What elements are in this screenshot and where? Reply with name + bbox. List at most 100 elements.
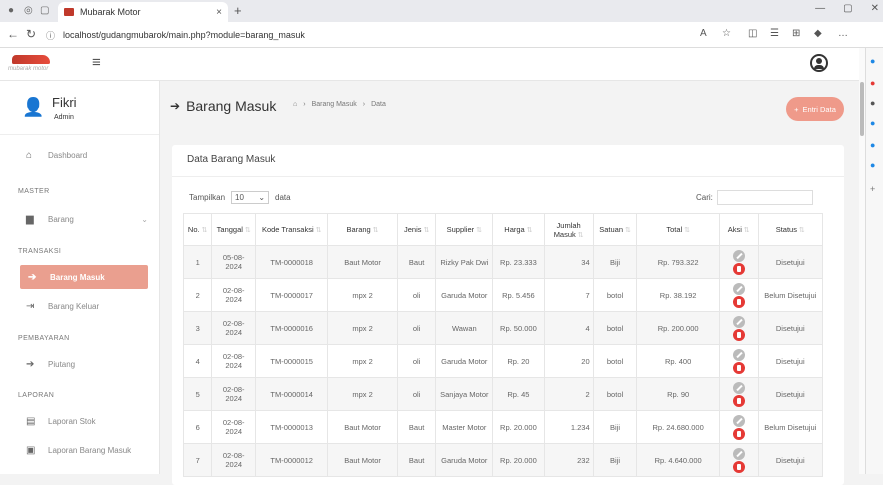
search-input[interactable]	[716, 190, 813, 205]
minimize-icon[interactable]: —	[815, 3, 825, 14]
column-header[interactable]: Jumlah Masuk ⇅	[543, 213, 594, 246]
profile-icon[interactable]: ●	[8, 5, 14, 16]
sort-icon: ⇅	[682, 227, 690, 234]
cell-satuan: botol	[592, 344, 638, 378]
cell-jumlah: 2	[543, 377, 594, 411]
maximize-icon[interactable]: ▢	[843, 3, 852, 14]
column-header[interactable]: Satuan ⇅	[592, 213, 638, 246]
cell-harga: Rp. 23.333	[492, 245, 545, 279]
reload-icon[interactable]: ↻	[26, 27, 36, 41]
cell-barang: mpx 2	[327, 278, 398, 312]
edit-icon[interactable]	[732, 381, 745, 394]
split-screen-icon[interactable]: ◫	[748, 28, 757, 39]
cell-barang: Baut Motor	[327, 245, 398, 279]
workspaces-icon[interactable]: ◎	[24, 5, 33, 16]
data-card: Data Barang Masuk Tampilkan 10 ⌄ data Ca…	[172, 145, 844, 485]
column-header[interactable]: Tanggal ⇅	[211, 213, 257, 246]
cell-jumlah: 4	[543, 311, 594, 345]
column-header-label: Barang	[346, 225, 371, 234]
collections-icon[interactable]: ⊞	[792, 28, 800, 39]
favorites-list-icon[interactable]: ☰	[770, 28, 779, 39]
cell-jumlah: 1.234	[543, 410, 594, 444]
cell-satuan: Biji	[592, 245, 638, 279]
profile-role: Admin	[54, 114, 74, 121]
tools-icon[interactable]: ●	[870, 118, 875, 128]
cell-aksi	[718, 410, 759, 444]
shopping-icon[interactable]: ●	[870, 78, 875, 88]
page-title-text: Barang Masuk	[186, 98, 277, 114]
more-icon[interactable]: …	[838, 28, 848, 39]
sidebar-item-laporan-stok[interactable]: ▤ Laporan Stok	[0, 409, 160, 433]
back-icon[interactable]: ←	[7, 27, 19, 41]
tab-actions-icon[interactable]: ▢	[40, 5, 49, 16]
cell-total: Rp. 90	[636, 377, 720, 411]
edit-icon[interactable]	[732, 348, 745, 361]
delete-icon[interactable]	[732, 361, 745, 374]
favorite-icon[interactable]: ☆	[722, 28, 731, 39]
delete-icon[interactable]	[732, 460, 745, 473]
site-info-icon[interactable]: ⓘ	[46, 29, 55, 42]
games-icon[interactable]: ●	[870, 140, 875, 150]
brand-logo[interactable]: mubarak motor	[8, 55, 54, 74]
column-header[interactable]: Harga ⇅	[492, 213, 545, 246]
scrollbar-thumb[interactable]	[860, 82, 864, 136]
people-icon[interactable]: ●	[870, 98, 875, 108]
file-icon: ▤	[26, 415, 36, 427]
delete-icon[interactable]	[732, 295, 745, 308]
column-header[interactable]: Supplier ⇅	[435, 213, 494, 246]
add-icon[interactable]: +	[870, 184, 875, 194]
delete-icon[interactable]	[732, 394, 745, 407]
cell-tanggal: 02-08-2024	[211, 377, 257, 411]
read-aloud-icon[interactable]: A	[700, 28, 707, 39]
cell-jenis: oli	[396, 278, 437, 312]
entri-data-button[interactable]: + Entri Data	[786, 97, 844, 121]
sidebar-item-laporan-barang-masuk[interactable]: ▣ Laporan Barang Masuk	[0, 438, 160, 462]
edit-icon[interactable]	[732, 447, 745, 460]
sidebar-item-barang-keluar[interactable]: ⇥ Barang Keluar	[0, 294, 160, 318]
copilot-icon[interactable]: ●	[870, 56, 875, 66]
edit-icon[interactable]	[732, 282, 745, 295]
column-header[interactable]: Kode Transaksi ⇅	[255, 213, 329, 246]
close-window-icon[interactable]: ✕	[871, 3, 879, 14]
new-tab-button[interactable]: +	[234, 3, 242, 18]
sort-icon: ⇅	[370, 227, 379, 234]
divider	[172, 176, 844, 177]
column-header[interactable]: Status ⇅	[757, 213, 823, 246]
cell-kode: TM-0000015	[255, 344, 329, 378]
edit-icon[interactable]	[732, 315, 745, 328]
cell-jumlah: 34	[543, 245, 594, 279]
entri-data-label: Entri Data	[802, 104, 836, 114]
sidebar-item-barang[interactable]: ▆ Barang ⌄	[0, 207, 160, 231]
tab-close-icon[interactable]: ×	[216, 7, 222, 18]
sign-in-icon: ➔	[26, 358, 35, 370]
cell-supplier: Wawan	[435, 311, 494, 345]
column-header[interactable]: Aksi ⇅	[718, 213, 759, 246]
delete-icon[interactable]	[732, 328, 745, 341]
url-field[interactable]: ⓘ localhost/gudangmubarok/main.php?modul…	[46, 26, 686, 44]
browser-tab[interactable]: Mubarak Motor ×	[58, 2, 228, 22]
edit-icon[interactable]	[732, 414, 745, 427]
edit-icon[interactable]	[732, 249, 745, 262]
home-icon[interactable]: ⌂	[293, 101, 297, 108]
column-header[interactable]: Total ⇅	[636, 213, 720, 246]
cell-supplier: Garuda Motor	[435, 443, 494, 477]
breadcrumb-item[interactable]: Barang Masuk	[312, 101, 357, 108]
page-scrollbar[interactable]	[859, 48, 865, 474]
column-header[interactable]: No. ⇅	[182, 213, 213, 246]
cell-satuan: Biji	[592, 410, 638, 444]
breadcrumb: ⌂ › Barang Masuk › Data	[293, 101, 386, 108]
cell-jenis: oli	[396, 344, 437, 378]
delete-icon[interactable]	[732, 262, 745, 275]
sidebar-item-barang-masuk[interactable]: ➔ Barang Masuk	[20, 265, 148, 289]
column-header[interactable]: Jenis ⇅	[396, 213, 437, 246]
page-length-select[interactable]: 10 ⌄	[231, 191, 270, 204]
sidebar-item-piutang[interactable]: ➔ Piutang	[0, 352, 160, 376]
column-header[interactable]: Barang ⇅	[327, 213, 398, 246]
user-account-icon[interactable]	[810, 54, 828, 72]
delete-icon[interactable]	[732, 427, 745, 440]
extension-icon[interactable]: ◆	[814, 28, 822, 39]
sidebar-item-dashboard[interactable]: ⌂ Dashboard	[0, 143, 160, 167]
menu-toggle-icon[interactable]: ≡	[92, 54, 101, 71]
office-icon[interactable]: ●	[870, 160, 875, 170]
table-row: 3 02-08-2024 TM-0000016 mpx 2 oli Wawan Rp. 50…	[182, 311, 823, 345]
